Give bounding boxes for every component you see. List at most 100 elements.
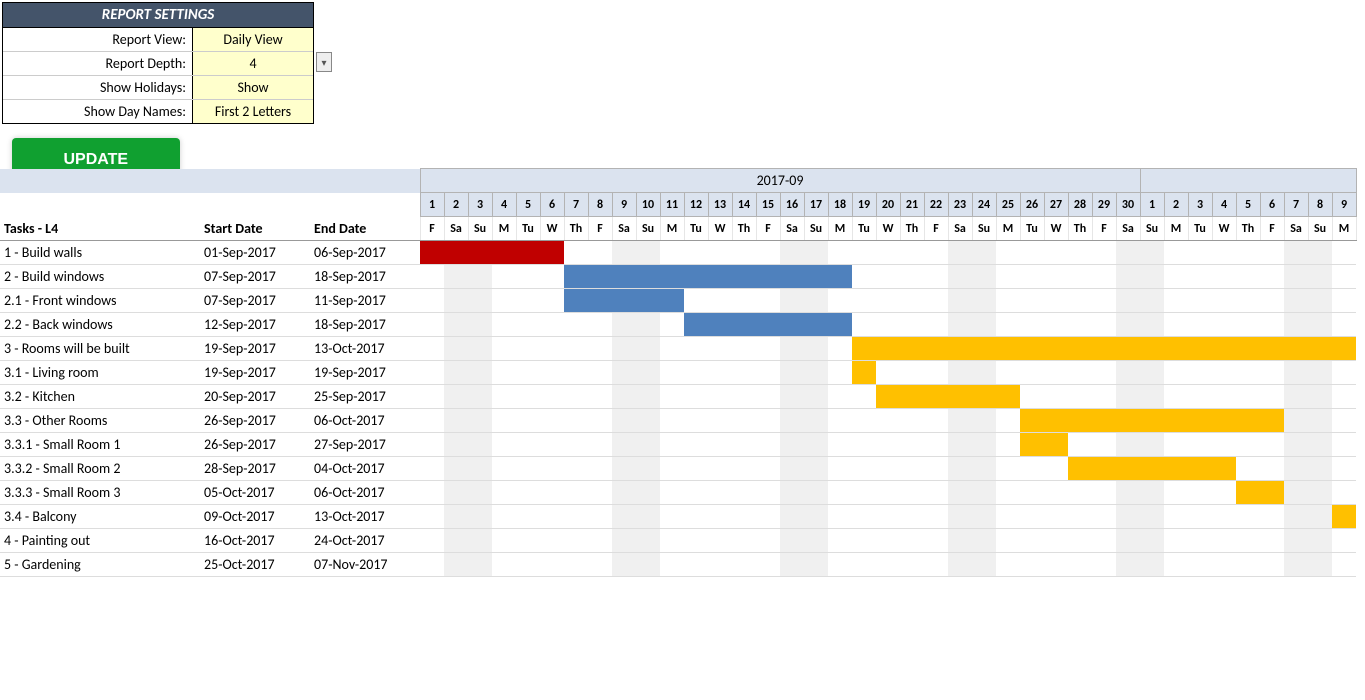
- gantt-cell: [1188, 409, 1212, 433]
- gantt-cell: [1020, 433, 1044, 457]
- gantt-cell: [684, 457, 708, 481]
- gantt-cell: [420, 457, 444, 481]
- gantt-dow-header: F: [588, 217, 612, 241]
- gantt-cell: [852, 505, 876, 529]
- gantt-cell: [1164, 337, 1188, 361]
- gantt-cell: [540, 337, 564, 361]
- gantt-cell: [1260, 457, 1284, 481]
- gantt-dow-header: F: [924, 217, 948, 241]
- task-start-date: 01-Sep-2017: [200, 241, 310, 265]
- gantt-cell: [1164, 529, 1188, 553]
- gantt-cell: [756, 457, 780, 481]
- gantt-cell: [492, 337, 516, 361]
- gantt-cell: [1020, 553, 1044, 577]
- gantt-cell: [1188, 337, 1212, 361]
- gantt-cell: [1020, 457, 1044, 481]
- gantt-day-number: 17: [804, 193, 828, 217]
- gantt-cell: [1116, 241, 1140, 265]
- task-start-date: 20-Sep-2017: [200, 385, 310, 409]
- gantt-cell: [1020, 241, 1044, 265]
- gantt-cell: [996, 433, 1020, 457]
- gantt-cell: [588, 313, 612, 337]
- gantt-cell: [420, 337, 444, 361]
- gantt-cell: [708, 265, 732, 289]
- gantt-cell: [1212, 457, 1236, 481]
- gantt-cell: [660, 385, 684, 409]
- gantt-cell: [972, 553, 996, 577]
- gantt-cell: [516, 289, 540, 313]
- gantt-cell: [1188, 553, 1212, 577]
- gantt-cell: [876, 241, 900, 265]
- settings-row: Show Day Names:First 2 Letters: [3, 99, 313, 123]
- gantt-day-number: 22: [924, 193, 948, 217]
- gantt-cell: [1212, 313, 1236, 337]
- gantt-cell: [756, 481, 780, 505]
- report-view-dropdown-handle[interactable]: ▾: [316, 52, 332, 72]
- gantt-cell: [900, 433, 924, 457]
- gantt-cell: [1260, 361, 1284, 385]
- settings-value[interactable]: Show: [193, 76, 313, 99]
- gantt-cell: [444, 433, 468, 457]
- gantt-cell: [1116, 313, 1140, 337]
- gantt-cell: [492, 241, 516, 265]
- gantt-cell: [420, 361, 444, 385]
- gantt-cell: [1092, 289, 1116, 313]
- gantt-cell: [804, 313, 828, 337]
- gantt-cell: [972, 241, 996, 265]
- gantt-cell: [1140, 409, 1164, 433]
- gantt-cell: [684, 505, 708, 529]
- settings-value[interactable]: First 2 Letters: [193, 100, 313, 123]
- gantt-day-number: 7: [564, 193, 588, 217]
- gantt-dow-header: M: [996, 217, 1020, 241]
- gantt-cell: [516, 433, 540, 457]
- gantt-cell: [900, 385, 924, 409]
- gantt-cell: [708, 361, 732, 385]
- task-name: 3.3.2 - Small Room 2: [0, 457, 200, 481]
- gantt-cell: [876, 553, 900, 577]
- gantt-cell: [828, 337, 852, 361]
- gantt-cell: [612, 481, 636, 505]
- gantt-dow-header: F: [420, 217, 444, 241]
- gantt-cell: [900, 361, 924, 385]
- gantt-cell: [1260, 481, 1284, 505]
- gantt-cell: [780, 529, 804, 553]
- gantt-cell: [588, 481, 612, 505]
- gantt-cell: [1068, 361, 1092, 385]
- gantt-cell: [1212, 409, 1236, 433]
- gantt-dow-header: W: [540, 217, 564, 241]
- gantt-cell: [1284, 337, 1308, 361]
- tasks-column-header: Tasks - L4: [0, 217, 200, 241]
- gantt-task-row: 3.3.2 - Small Room 228-Sep-201704-Oct-20…: [0, 457, 1356, 481]
- gantt-cell: [420, 553, 444, 577]
- settings-value[interactable]: 4: [193, 52, 313, 75]
- gantt-dow-header: M: [1332, 217, 1356, 241]
- gantt-cell: [972, 265, 996, 289]
- gantt-dow-header: W: [1044, 217, 1068, 241]
- gantt-cell: [444, 529, 468, 553]
- gantt-cell: [588, 289, 612, 313]
- task-start-date: 05-Oct-2017: [200, 481, 310, 505]
- gantt-cell: [900, 481, 924, 505]
- gantt-day-number: 25: [996, 193, 1020, 217]
- settings-label: Report View:: [3, 28, 193, 51]
- gantt-day-number: 16: [780, 193, 804, 217]
- gantt-cell: [804, 265, 828, 289]
- gantt-cell: [876, 361, 900, 385]
- gantt-cell: [852, 289, 876, 313]
- gantt-cell: [612, 505, 636, 529]
- gantt-cell: [780, 361, 804, 385]
- gantt-cell: [1164, 457, 1188, 481]
- gantt-cell: [1068, 529, 1092, 553]
- gantt-cell: [420, 289, 444, 313]
- gantt-cell: [1332, 385, 1356, 409]
- gantt-cell: [492, 313, 516, 337]
- gantt-cell: [900, 529, 924, 553]
- gantt-cell: [756, 553, 780, 577]
- gantt-cell: [1188, 529, 1212, 553]
- gantt-cell: [924, 529, 948, 553]
- gantt-cell: [1236, 529, 1260, 553]
- settings-value[interactable]: Daily View: [193, 28, 313, 51]
- gantt-cell: [1236, 481, 1260, 505]
- gantt-cell: [564, 553, 588, 577]
- gantt-cell: [948, 457, 972, 481]
